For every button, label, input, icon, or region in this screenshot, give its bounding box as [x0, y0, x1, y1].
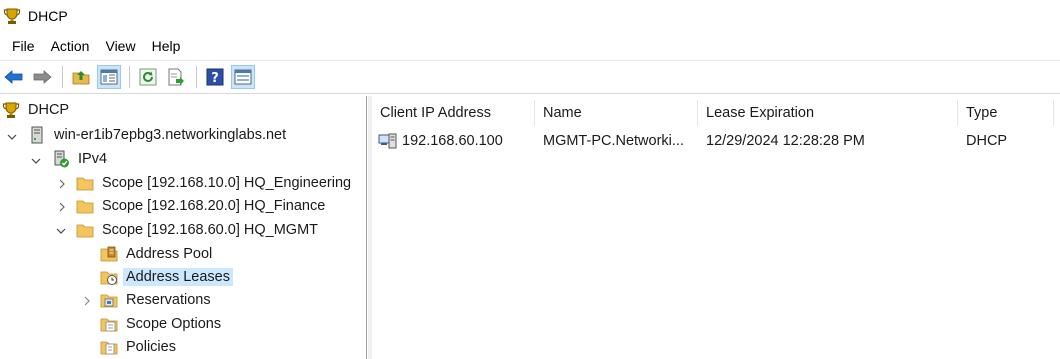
lease-client-icon	[378, 133, 397, 149]
show-hide-tree-icon	[100, 69, 118, 84]
tree-label: Scope [192.168.10.0] HQ_Engineering	[102, 175, 352, 191]
ipv4-server-icon	[54, 150, 69, 168]
cell-lease-expiration: 12/29/2024 12:28:28 PM	[706, 133, 865, 149]
chevron-down-icon[interactable]	[30, 155, 42, 167]
tree-label: Scope Options	[126, 316, 222, 332]
tree-item-address-leases[interactable]: Address Leases	[100, 266, 233, 288]
menu-view[interactable]: View	[97, 38, 143, 54]
toolbar-divider	[0, 93, 1060, 94]
tree-label: Scope [192.168.60.0] HQ_MGMT	[102, 222, 318, 238]
properties-button[interactable]	[231, 64, 255, 89]
chevron-right-icon[interactable]	[56, 201, 68, 213]
properties-icon	[234, 69, 252, 84]
client-ip-text: 192.168.60.100	[402, 133, 503, 149]
scope-options-icon	[100, 318, 118, 332]
back-arrow-icon	[4, 69, 23, 84]
menu-action[interactable]: Action	[43, 38, 98, 54]
folder-icon	[76, 224, 94, 238]
tree-label: DHCP	[28, 102, 70, 118]
cell-type: DHCP	[966, 133, 1008, 149]
tree-item-ipv4[interactable]: IPv4	[52, 148, 110, 170]
tree-label: Address Pool	[126, 246, 213, 262]
column-header-type[interactable]: Type	[958, 100, 1054, 126]
tree-item-scope[interactable]: Scope [192.168.10.0] HQ_Engineering	[76, 172, 354, 194]
forward-arrow-icon	[33, 69, 52, 84]
help-icon: ?	[206, 68, 224, 86]
forward-button[interactable]	[30, 65, 54, 89]
export-list-icon	[168, 68, 184, 85]
tree-label: Scope [192.168.20.0] HQ_Finance	[102, 198, 326, 214]
show-hide-tree-button[interactable]	[97, 64, 121, 89]
toolbar-separator	[62, 65, 63, 88]
up-one-level-button[interactable]	[69, 65, 93, 89]
address-leases-icon	[100, 271, 118, 285]
refresh-icon	[139, 68, 157, 85]
tree-label: Address Leases	[123, 268, 233, 286]
policies-icon	[100, 341, 118, 355]
chevron-right-icon[interactable]	[56, 178, 68, 190]
toolbar-separator	[129, 65, 130, 88]
tree-item-scope-options[interactable]: Scope Options	[100, 313, 224, 335]
tree-item-reservations[interactable]: Reservations	[100, 289, 214, 311]
tree-item-policies[interactable]: Policies	[100, 336, 179, 358]
address-pool-icon	[100, 246, 118, 262]
tree-label: win-er1ib7epbg3.networkinglabs.net	[54, 127, 287, 143]
menu-file[interactable]: File	[4, 38, 43, 54]
tree-item-address-pool[interactable]: Address Pool	[100, 243, 215, 265]
back-button[interactable]	[2, 65, 26, 89]
chevron-right-icon[interactable]	[81, 295, 93, 307]
tree-label: Reservations	[126, 292, 211, 308]
dhcp-trophy-icon	[2, 102, 20, 118]
tree-item-server[interactable]: win-er1ib7epbg3.networkinglabs.net	[28, 124, 289, 146]
column-header-name[interactable]: Name	[535, 100, 698, 126]
menu-help[interactable]: Help	[144, 38, 189, 54]
table-row[interactable]: 192.168.60.100 MGMT-PC.Networki... 12/29…	[372, 130, 1060, 152]
dhcp-trophy-icon	[3, 8, 21, 24]
cell-name: MGMT-PC.Networki...	[543, 133, 684, 149]
menu-bar: File Action View Help	[0, 33, 188, 59]
reservations-icon	[100, 294, 118, 308]
results-pane[interactable]: Client IP Address Name Lease Expiration …	[372, 96, 1060, 359]
server-icon	[31, 126, 43, 144]
column-header-client-ip[interactable]: Client IP Address	[372, 100, 535, 126]
title-bar: DHCP	[0, 0, 1060, 32]
tree-item-scope[interactable]: Scope [192.168.20.0] HQ_Finance	[76, 195, 328, 217]
refresh-button[interactable]	[136, 65, 160, 89]
folder-icon	[76, 177, 94, 191]
console-tree[interactable]: DHCP win-er1ib7epbg3.networkinglabs.net …	[0, 96, 367, 359]
column-header-row: Client IP Address Name Lease Expiration …	[372, 100, 1060, 126]
folder-icon	[76, 200, 94, 214]
tree-label: Policies	[126, 339, 176, 355]
toolbar: ?	[0, 60, 1060, 92]
window-title: DHCP	[28, 8, 68, 24]
help-button[interactable]: ?	[203, 65, 227, 89]
tree-label: IPv4	[78, 151, 108, 167]
export-list-button[interactable]	[164, 65, 188, 89]
chevron-down-icon[interactable]	[6, 131, 18, 143]
cell-client-ip: 192.168.60.100	[378, 130, 503, 152]
chevron-down-icon[interactable]	[55, 225, 67, 237]
column-header-lease-expiration[interactable]: Lease Expiration	[698, 100, 958, 126]
toolbar-separator	[196, 65, 197, 88]
tree-item-dhcp[interactable]: DHCP	[2, 99, 72, 121]
up-folder-icon	[72, 70, 90, 84]
svg-text:?: ?	[211, 71, 219, 86]
tree-item-scope[interactable]: Scope [192.168.60.0] HQ_MGMT	[76, 219, 321, 241]
